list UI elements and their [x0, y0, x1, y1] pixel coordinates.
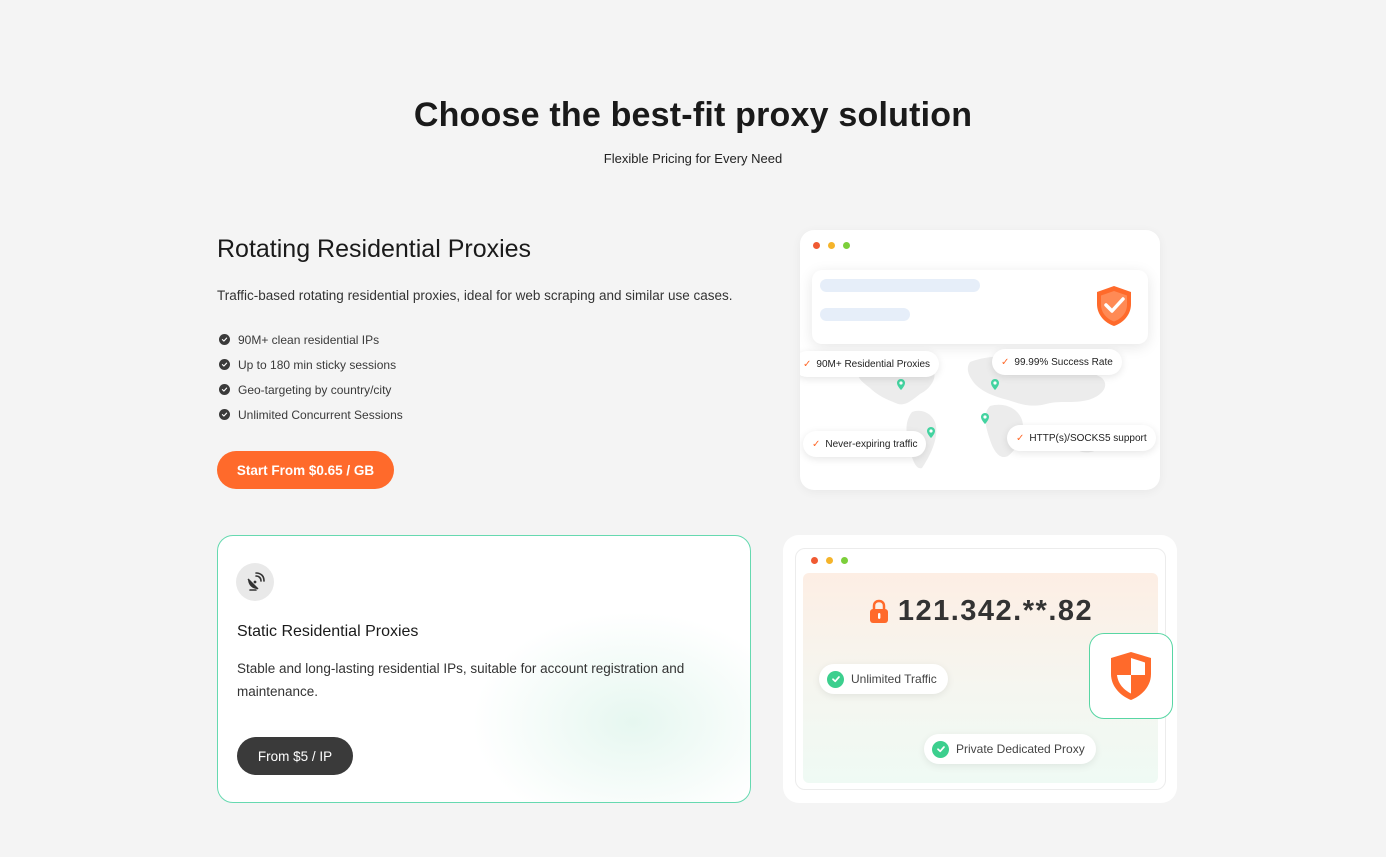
- feature-pill: Private Dedicated Proxy: [924, 734, 1096, 764]
- green-check-icon: [932, 740, 949, 758]
- feature-item: Geo-targeting by country/city: [219, 377, 403, 402]
- rotating-description: Traffic-based rotating residential proxi…: [217, 288, 733, 303]
- feature-pill: ✓ 90M+ Residential Proxies: [800, 351, 940, 377]
- ip-row: 121.342.**.82: [803, 595, 1158, 628]
- feature-label: 90M+ clean residential IPs: [238, 332, 380, 347]
- rotating-start-button[interactable]: Start From $0.65 / GB: [217, 451, 394, 489]
- feature-item: Unlimited Concurrent Sessions: [219, 402, 403, 427]
- rotating-title: Rotating Residential Proxies: [217, 235, 532, 263]
- location-pin-icon: [897, 379, 905, 390]
- static-price-button[interactable]: From $5 / IP: [237, 737, 353, 775]
- rotating-illustration: ✓ 90M+ Residential Proxies ✓ 99.99% Succes…: [800, 230, 1160, 490]
- shield-box: [1089, 633, 1173, 719]
- placeholder-bar: [820, 308, 910, 321]
- window-dot-yellow: [826, 557, 833, 564]
- feature-pill: ✓ HTTP(s)/SOCKS5 support: [1007, 425, 1156, 451]
- check-icon: ✓: [1001, 356, 1010, 368]
- location-pin-icon: [981, 413, 989, 424]
- lock-icon: [869, 599, 888, 623]
- window-dots: [811, 557, 848, 564]
- feature-label: Unlimited Concurrent Sessions: [238, 407, 403, 422]
- feature-pill: Unlimited Traffic: [819, 664, 948, 694]
- static-description: Stable and long-lasting residential IPs,…: [237, 661, 685, 699]
- check-icon: ✓: [1016, 432, 1025, 444]
- page-title: Choose the best-fit proxy solution: [413, 96, 973, 134]
- window-dot-red: [811, 557, 818, 564]
- feature-item: Up to 180 min sticky sessions: [219, 352, 403, 377]
- window-dots: [813, 242, 850, 249]
- shield-icon: [1111, 652, 1151, 700]
- rotating-feature-list: 90M+ clean residential IPs Up to 180 min…: [219, 327, 403, 427]
- location-pin-icon: [927, 427, 935, 438]
- feature-label: Up to 180 min sticky sessions: [238, 357, 397, 372]
- page-subtitle: Flexible Pricing for Every Need: [603, 151, 783, 166]
- feature-pill: ✓ Never-expiring traffic: [803, 431, 927, 457]
- check-icon: ✓: [812, 438, 821, 450]
- satellite-dish-icon: [236, 563, 274, 601]
- window-dot-red: [813, 242, 820, 249]
- check-circle-icon: [219, 384, 230, 395]
- window-dot-green: [841, 557, 848, 564]
- location-pin-icon: [991, 379, 999, 390]
- green-check-icon: [827, 670, 844, 688]
- check-icon: ✓: [803, 358, 812, 370]
- static-illustration: 121.342.**.82 Unlimited Traffic Private …: [783, 535, 1177, 803]
- check-circle-icon: [219, 409, 230, 420]
- ip-address: 121.342.**.82: [897, 595, 1094, 627]
- static-card: Static Residential Proxies Stable and lo…: [217, 535, 751, 803]
- check-circle-icon: [219, 334, 230, 345]
- window-dot-green: [843, 242, 850, 249]
- feature-pill: ✓ 99.99% Success Rate: [992, 349, 1122, 375]
- feature-label: Geo-targeting by country/city: [238, 382, 392, 397]
- check-circle-icon: [219, 359, 230, 370]
- window-dot-yellow: [828, 242, 835, 249]
- static-title: Static Residential Proxies: [237, 623, 419, 640]
- search-card: [812, 270, 1148, 344]
- shield-check-icon: [1097, 286, 1131, 326]
- feature-item: 90M+ clean residential IPs: [219, 327, 403, 352]
- placeholder-bar: [820, 279, 980, 292]
